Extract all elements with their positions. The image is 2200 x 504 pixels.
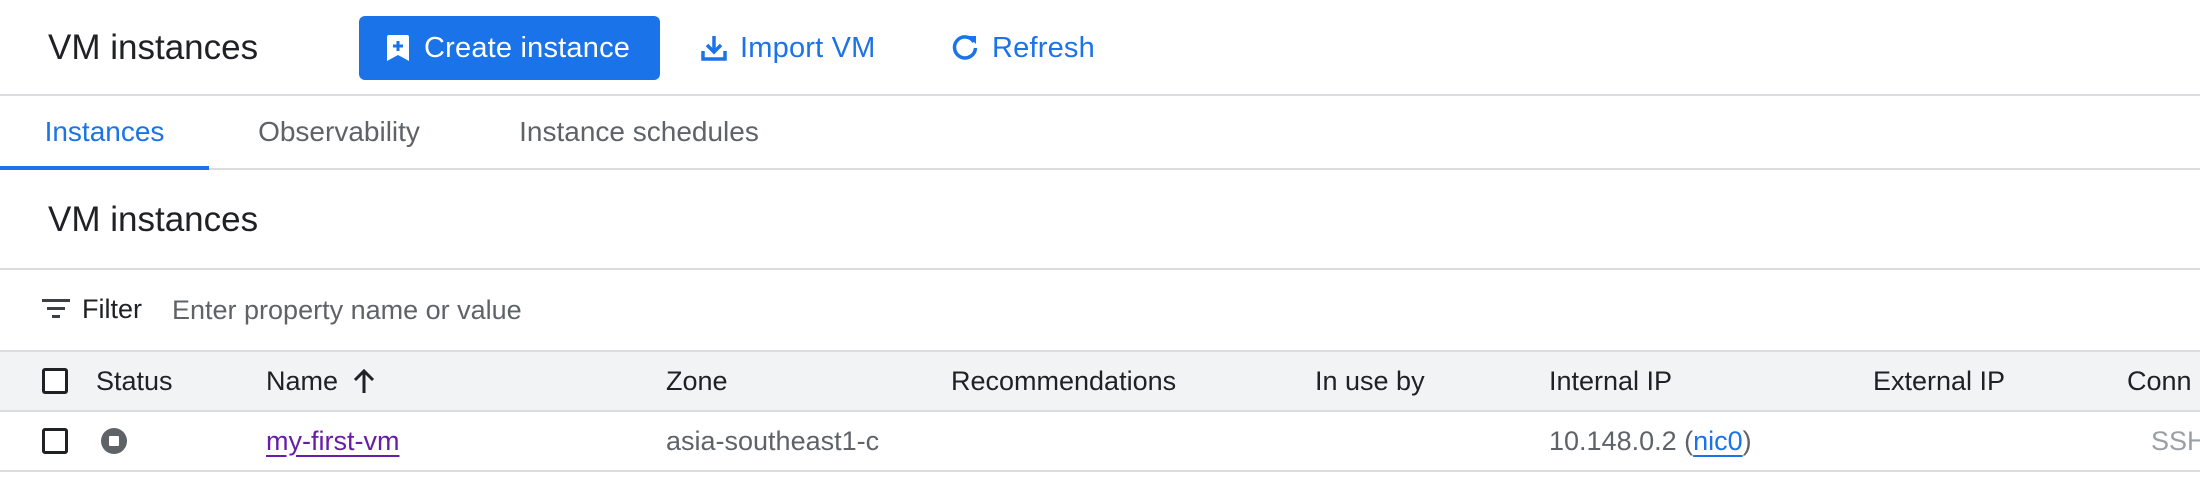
internal-ip-suffix: ) xyxy=(1742,425,1752,456)
page: VM instances Create instance Import VM R… xyxy=(0,0,2200,504)
column-header-internal-ip[interactable]: Internal IP xyxy=(1549,352,1672,410)
tab-observability[interactable]: Observability xyxy=(209,96,469,168)
refresh-button[interactable]: Refresh xyxy=(950,16,1095,80)
filter-icon[interactable] xyxy=(42,298,70,320)
create-instance-label: Create instance xyxy=(424,31,631,64)
import-vm-button[interactable]: Import VM xyxy=(700,16,876,80)
nic-link[interactable]: nic0 xyxy=(1693,426,1743,457)
instance-name-link[interactable]: my-first-vm xyxy=(266,426,399,457)
table-header: Status Name Zone Recommendations In use … xyxy=(0,352,2200,412)
section-title: VM instances xyxy=(48,200,259,239)
row-checkbox[interactable] xyxy=(42,428,68,454)
download-icon xyxy=(700,34,728,62)
instance-zone: asia-southeast1-c xyxy=(666,425,880,456)
tab-instances[interactable]: Instances xyxy=(0,96,209,170)
tab-instance-schedules[interactable]: Instance schedules xyxy=(469,96,809,168)
import-vm-label: Import VM xyxy=(740,31,876,64)
refresh-icon xyxy=(950,33,980,63)
arrow-up-icon[interactable] xyxy=(352,368,376,394)
filter-label: Filter xyxy=(82,294,142,324)
table-row: my-first-vm asia-southeast1-c 10.148.0.2… xyxy=(0,412,2200,472)
column-header-connect[interactable]: Conn xyxy=(2127,352,2192,410)
refresh-label: Refresh xyxy=(992,31,1095,64)
column-header-name[interactable]: Name xyxy=(266,352,376,410)
section-header: VM instances xyxy=(0,170,2200,270)
instance-internal-ip: 10.148.0.2 ( nic0 ) xyxy=(1549,412,1752,470)
create-instance-button[interactable]: Create instance xyxy=(359,16,660,80)
page-header: VM instances Create instance Import VM R… xyxy=(0,0,2200,96)
tab-bar: Instances Observability Instance schedul… xyxy=(0,96,2200,170)
ssh-button[interactable]: SSH xyxy=(2151,426,2200,457)
stopped-status-icon xyxy=(100,427,128,455)
internal-ip-value: 10.148.0.2 ( xyxy=(1549,425,1694,456)
column-header-recommendations[interactable]: Recommendations xyxy=(951,352,1176,410)
column-header-status[interactable]: Status xyxy=(96,352,173,410)
select-all-checkbox[interactable] xyxy=(42,368,68,394)
column-header-external-ip[interactable]: External IP xyxy=(1873,352,2005,410)
filter-bar: Filter xyxy=(0,270,2200,352)
column-header-name-label: Name xyxy=(266,365,339,396)
column-header-in-use-by[interactable]: In use by xyxy=(1315,352,1425,410)
page-title: VM instances xyxy=(48,28,259,67)
filter-input[interactable] xyxy=(172,286,1072,334)
add-box-icon xyxy=(386,34,410,62)
column-header-zone[interactable]: Zone xyxy=(666,352,728,410)
